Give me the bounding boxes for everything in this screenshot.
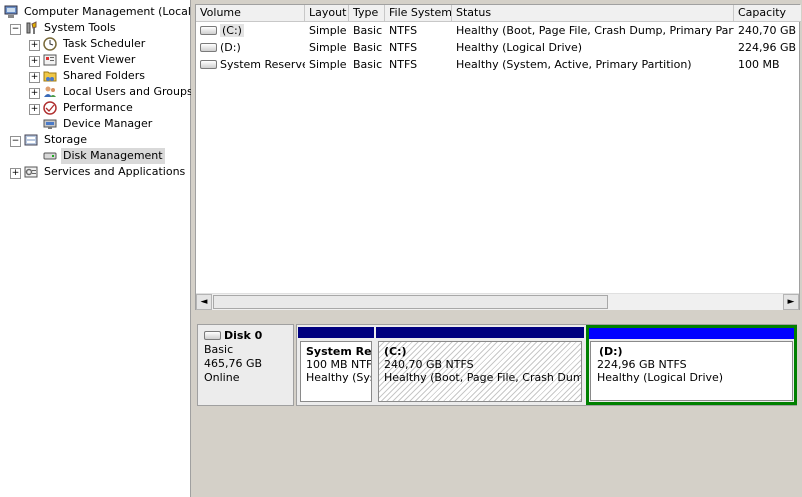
disk-title: Disk 0 — [204, 329, 287, 343]
partition-status: Healthy (Sysl — [306, 371, 372, 384]
column-header-layout[interactable]: Layout — [305, 5, 349, 21]
tree-label: Device Manager — [63, 117, 153, 130]
expand-shared-folders-toggle[interactable]: + — [29, 72, 40, 83]
partition-body: System Re 100 MB NTFS Healthy (Sysl — [300, 341, 372, 402]
partition-name: (D:) — [599, 345, 623, 358]
partition-d[interactable]: (D:) 224,96 GB NTFS Healthy (Logical Dri… — [586, 325, 797, 405]
layout-cell: Simple — [309, 41, 347, 54]
horizontal-scrollbar[interactable]: ◄ ► — [196, 293, 799, 310]
expand-performance-toggle[interactable]: + — [29, 104, 40, 115]
drive-icon — [200, 59, 217, 69]
disk-icon — [204, 330, 221, 340]
event-viewer-icon — [43, 54, 57, 66]
partition-system-reserved[interactable]: System Re 100 MB NTFS Healthy (Sysl — [297, 325, 375, 405]
users-icon — [44, 86, 56, 97]
volume-name: (D:) — [220, 41, 241, 54]
storage-icon — [24, 134, 38, 146]
volume-name: System Reserved — [220, 58, 305, 71]
partition-status: Healthy (Logical Drive) — [597, 371, 724, 384]
partition-body: (C:) 240,70 GB NTFS Healthy (Boot, Page … — [378, 341, 582, 402]
filesystem-cell: NTFS — [389, 24, 418, 37]
type-cell: Basic — [353, 58, 383, 71]
disk-size: 465,76 GB — [204, 357, 263, 370]
partition-bar — [589, 328, 794, 339]
filesystem-cell: NTFS — [389, 41, 418, 54]
column-header-capacity[interactable]: Capacity — [734, 5, 801, 21]
tree-label: Services and Applications — [44, 165, 186, 178]
column-header-volume[interactable]: Volume — [196, 5, 305, 21]
partition-c[interactable]: (C:) 240,70 GB NTFS Healthy (Boot, Page … — [375, 325, 585, 405]
partition-size: 240,70 GB NTFS — [384, 358, 474, 371]
tree-label: Local Users and Groups — [63, 85, 193, 98]
volume-list: Volume Layout Type File System Status Ca… — [195, 4, 801, 310]
type-cell: Basic — [353, 24, 383, 37]
column-header-status[interactable]: Status — [452, 5, 734, 21]
volume-cell: System Reserved — [196, 56, 305, 73]
volume-cell: (C:) — [196, 22, 305, 39]
partition-status: Healthy (Boot, Page File, Crash Dump, P — [384, 371, 581, 384]
partition-name: System Re — [306, 345, 372, 358]
partition-body: (D:) 224,96 GB NTFS Healthy (Logical Dri… — [590, 341, 793, 401]
status-cell: Healthy (System, Active, Primary Partiti… — [456, 58, 692, 71]
tree-label: Task Scheduler — [63, 37, 146, 50]
disk-0-info[interactable]: Disk 0 Basic 465,76 GB Online — [197, 324, 294, 406]
services-icon — [24, 166, 38, 178]
volume-name: (C:) — [220, 24, 244, 37]
tree-label: Event Viewer — [63, 53, 136, 66]
scrollbar-thumb[interactable] — [213, 295, 608, 309]
tree-label: System Tools — [44, 21, 116, 34]
disk-graphical-view: Disk 0 Basic 465,76 GB Online System Re … — [195, 318, 800, 497]
status-cell: Healthy (Logical Drive) — [456, 41, 583, 54]
scroll-right-button[interactable]: ► — [783, 294, 799, 310]
performance-icon — [43, 101, 57, 115]
partition-bar — [298, 327, 374, 338]
tree-label: Storage — [44, 133, 88, 146]
table-row[interactable]: (D:) Simple Basic NTFS Healthy (Logical … — [196, 39, 801, 56]
disk-status: Online — [204, 371, 240, 384]
drive-icon — [200, 42, 217, 52]
device-manager-icon — [43, 119, 57, 129]
disk-icon — [43, 152, 57, 160]
partition-size: 100 MB NTFS — [306, 358, 372, 371]
table-row[interactable]: System Reserved Simple Basic NTFS Health… — [196, 56, 801, 73]
column-header-file-system[interactable]: File System — [385, 5, 452, 21]
system-tools-icon — [26, 21, 37, 34]
partition-name: (C:) — [384, 345, 407, 358]
column-header-type[interactable]: Type — [349, 5, 385, 21]
expand-event-viewer-toggle[interactable]: + — [29, 56, 40, 67]
disk-0-partitions: System Re 100 MB NTFS Healthy (Sysl (C:)… — [296, 324, 797, 406]
filesystem-cell: NTFS — [389, 58, 418, 71]
disk-name: Disk 0 — [224, 329, 263, 342]
shared-folders-icon — [43, 71, 57, 82]
computer-icon — [4, 5, 18, 18]
disk-type: Basic — [204, 343, 234, 356]
partition-size: 224,96 GB NTFS — [597, 358, 687, 371]
expand-services-toggle[interactable]: + — [10, 168, 21, 179]
volume-cell: (D:) — [196, 39, 305, 56]
layout-cell: Simple — [309, 58, 347, 71]
type-cell: Basic — [353, 41, 383, 54]
volume-list-header: Volume Layout Type File System Status Ca… — [196, 5, 801, 22]
capacity-cell: 240,70 GB — [738, 24, 797, 37]
capacity-cell: 100 MB — [738, 58, 780, 71]
tree-label: Shared Folders — [63, 69, 145, 82]
scroll-left-button[interactable]: ◄ — [196, 294, 212, 310]
partition-bar — [376, 327, 584, 338]
expand-local-users-toggle[interactable]: + — [29, 88, 40, 99]
layout-cell: Simple — [309, 24, 347, 37]
table-row[interactable]: (C:) Simple Basic NTFS Healthy (Boot, Pa… — [196, 22, 801, 39]
navigation-tree: Computer Management (Local) − System Too… — [0, 0, 195, 497]
collapse-storage-toggle[interactable]: − — [10, 136, 21, 147]
tree-label: Disk Management — [61, 148, 165, 164]
tree-label: Computer Management (Local) — [24, 5, 196, 18]
clock-icon — [43, 37, 57, 51]
expand-task-scheduler-toggle[interactable]: + — [29, 40, 40, 51]
tree-label: Performance — [63, 101, 133, 114]
collapse-system-tools-toggle[interactable]: − — [10, 24, 21, 35]
drive-icon — [200, 25, 217, 35]
status-cell: Healthy (Boot, Page File, Crash Dump, Pr… — [456, 24, 734, 37]
capacity-cell: 224,96 GB — [738, 41, 797, 54]
